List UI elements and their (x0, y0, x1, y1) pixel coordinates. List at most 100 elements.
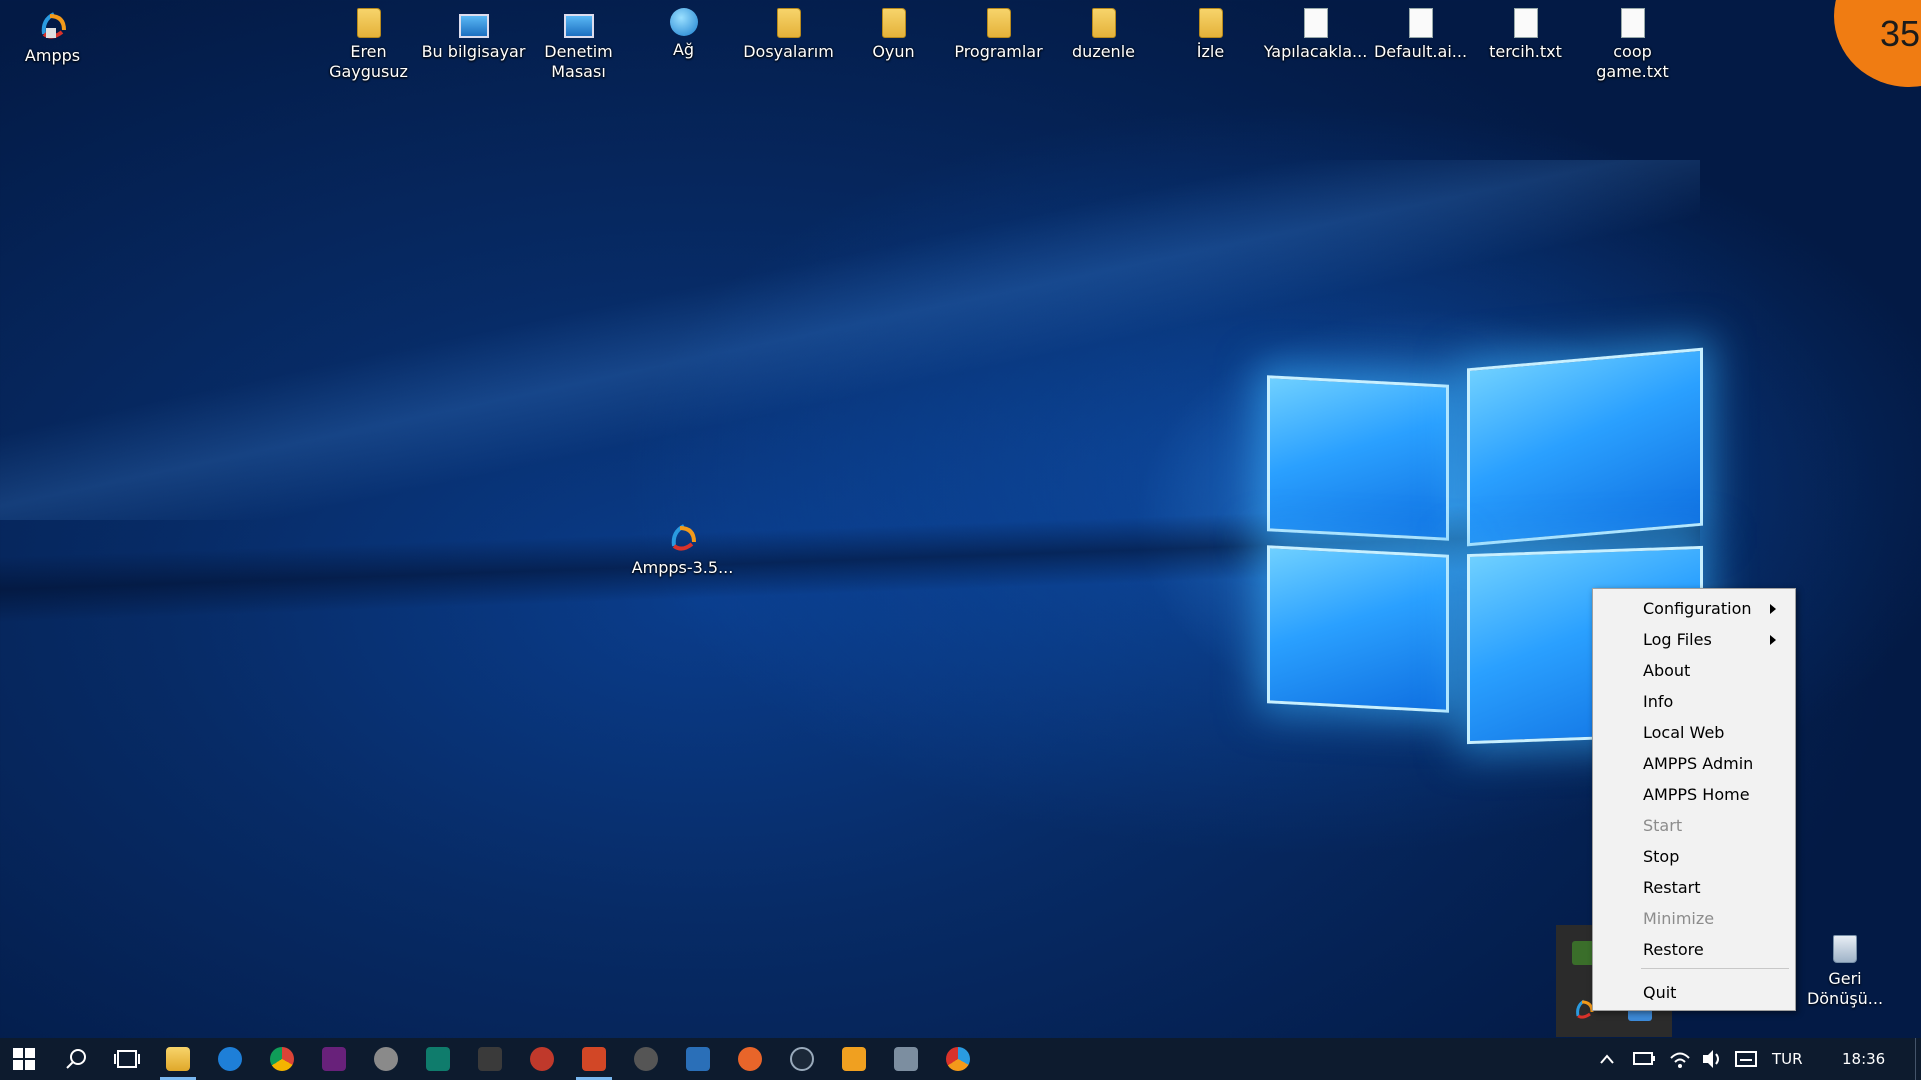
taskbar-steam[interactable] (778, 1038, 826, 1080)
battery-icon (1633, 1052, 1655, 1065)
desktop-icon-coop-game[interactable]: coop game.txt (1580, 8, 1685, 82)
menu-item-label: AMPPS Admin (1643, 754, 1754, 773)
file-explorer-icon (166, 1047, 190, 1071)
desktop-icon-yapilacaklar[interactable]: Yapılacakla... (1263, 8, 1368, 62)
taskbar-media[interactable] (466, 1038, 514, 1080)
ampps-icon (666, 520, 700, 554)
desktop-icon-label: Ampps-3.5... (631, 558, 734, 577)
menu-item-label: About (1643, 661, 1691, 680)
taskbar-app[interactable] (622, 1038, 670, 1080)
desktop-icon-label: Bu bilgisayar (421, 42, 526, 61)
taskbar: TUR 18:36 (0, 1038, 1921, 1080)
search-button[interactable] (52, 1038, 100, 1080)
desktop-icon-tercih[interactable]: tercih.txt (1473, 8, 1578, 62)
search-icon (66, 1049, 86, 1069)
menu-item-about[interactable]: About (1594, 657, 1794, 685)
menu-item-label: Restore (1643, 940, 1704, 959)
step-number-badge: 35 (1834, 0, 1921, 87)
taskbar-ampps[interactable] (934, 1038, 982, 1080)
menu-item-start: Start (1594, 812, 1794, 840)
menu-item-label: AMPPS Home (1643, 785, 1750, 804)
battery-button[interactable] (1632, 1038, 1658, 1080)
desktop-icon-label: coop game.txt (1596, 42, 1669, 81)
task-view-button[interactable] (103, 1038, 151, 1080)
menu-item-stop[interactable]: Stop (1594, 843, 1794, 871)
taskbar-chrome[interactable] (258, 1038, 306, 1080)
show-hidden-icons-button[interactable] (1598, 1038, 1622, 1080)
menu-item-label: Stop (1643, 847, 1680, 866)
desktop-icon-label: Oyun (872, 42, 915, 61)
menu-item-log-files[interactable]: Log Files (1594, 626, 1794, 654)
desktop-icon-default-ai[interactable]: Default.ai... (1368, 8, 1473, 62)
desktop-icon-label: Default.ai... (1373, 42, 1468, 61)
menu-item-info[interactable]: Info (1594, 688, 1794, 716)
desktop-icon-label: Ağ (672, 40, 695, 59)
menu-item-ampps-home[interactable]: AMPPS Home (1594, 781, 1794, 809)
desktop-icon-label: Denetim Masası (544, 42, 613, 81)
taskbar-powerpoint[interactable] (570, 1038, 618, 1080)
app-icon (738, 1047, 762, 1071)
taskbar-app[interactable] (674, 1038, 722, 1080)
menu-item-label: Log Files (1643, 630, 1712, 649)
wifi-button[interactable] (1668, 1038, 1694, 1080)
app-icon (634, 1047, 658, 1071)
menu-item-restore[interactable]: Restore (1594, 936, 1794, 964)
input-keyboard-button[interactable] (1734, 1038, 1760, 1080)
desktop-icon-recycle-bin[interactable]: Geri Dönüşü... (1790, 935, 1900, 1009)
menu-item-minimize: Minimize (1594, 905, 1794, 933)
folder-icon (1198, 8, 1223, 38)
settings-app-icon (374, 1047, 398, 1071)
menu-item-label: Minimize (1643, 909, 1715, 928)
desktop-icon-ampps-installer[interactable]: Ampps-3.5... (630, 520, 735, 578)
menu-item-label: Restart (1643, 878, 1701, 897)
desktop-icon-this-pc[interactable]: Bu bilgisayar (421, 8, 526, 62)
desktop-icon-label: Yapılacakla... (1263, 42, 1368, 61)
desktop-icon-duzenle[interactable]: duzenle (1051, 8, 1156, 62)
user-folder-icon (356, 8, 381, 38)
desktop-icon-ampps[interactable]: Ampps (0, 8, 105, 66)
visual-studio-icon (322, 1047, 346, 1071)
clock-time: 18:36 (1842, 1050, 1886, 1068)
volume-button[interactable] (1700, 1038, 1726, 1080)
taskbar-app[interactable] (830, 1038, 878, 1080)
app-icon (686, 1047, 710, 1071)
taskbar-edge[interactable] (206, 1038, 254, 1080)
box-icon (894, 1047, 918, 1071)
menu-item-restart[interactable]: Restart (1594, 874, 1794, 902)
language-indicator[interactable]: TUR (1772, 1038, 1812, 1080)
language-label: TUR (1772, 1050, 1803, 1068)
control-panel-icon (563, 14, 594, 38)
show-desktop-button[interactable] (1915, 1038, 1921, 1080)
text-file-icon (1513, 8, 1538, 38)
desktop-icon-label: duzenle (1072, 42, 1135, 61)
ampps-icon (36, 8, 70, 42)
menu-item-label: Configuration (1643, 599, 1752, 618)
menu-item-ampps-admin[interactable]: AMPPS Admin (1594, 750, 1794, 778)
desktop-icon-network[interactable]: Ağ (631, 8, 736, 60)
taskbar-visual-studio[interactable] (310, 1038, 358, 1080)
taskbar-settings-app[interactable] (362, 1038, 410, 1080)
desktop-icon-label: Ampps (24, 46, 81, 65)
taskbar-app[interactable] (726, 1038, 774, 1080)
menu-item-configuration[interactable]: Configuration (1594, 595, 1794, 623)
desktop-icon-programlar[interactable]: Programlar (946, 8, 1051, 62)
speaker-icon (1703, 1050, 1719, 1068)
desktop-icon-dosyalarim[interactable]: Dosyalarım (736, 8, 841, 62)
logo-pane (1467, 347, 1703, 547)
desktop-icon-izle[interactable]: İzle (1158, 8, 1263, 62)
menu-item-quit[interactable]: Quit (1594, 979, 1794, 1007)
ampps-icon (946, 1047, 970, 1071)
chevron-up-icon (1600, 1054, 1614, 1064)
desktop-icon-oyun[interactable]: Oyun (841, 8, 946, 62)
start-button[interactable] (0, 1038, 48, 1080)
powerpoint-icon (582, 1047, 606, 1071)
taskbar-file-explorer[interactable] (154, 1038, 202, 1080)
taskbar-box-app[interactable] (882, 1038, 930, 1080)
menu-item-local-web[interactable]: Local Web (1594, 719, 1794, 747)
desktop-icon-control-panel[interactable]: Denetim Masası (526, 8, 631, 82)
clock[interactable]: 18:36 (1842, 1038, 1892, 1080)
taskbar-app[interactable] (518, 1038, 566, 1080)
desktop-icon-eren-gaygusuz[interactable]: Eren Gaygusuz (316, 8, 421, 82)
taskbar-app[interactable] (414, 1038, 462, 1080)
folder-icon (881, 8, 906, 38)
